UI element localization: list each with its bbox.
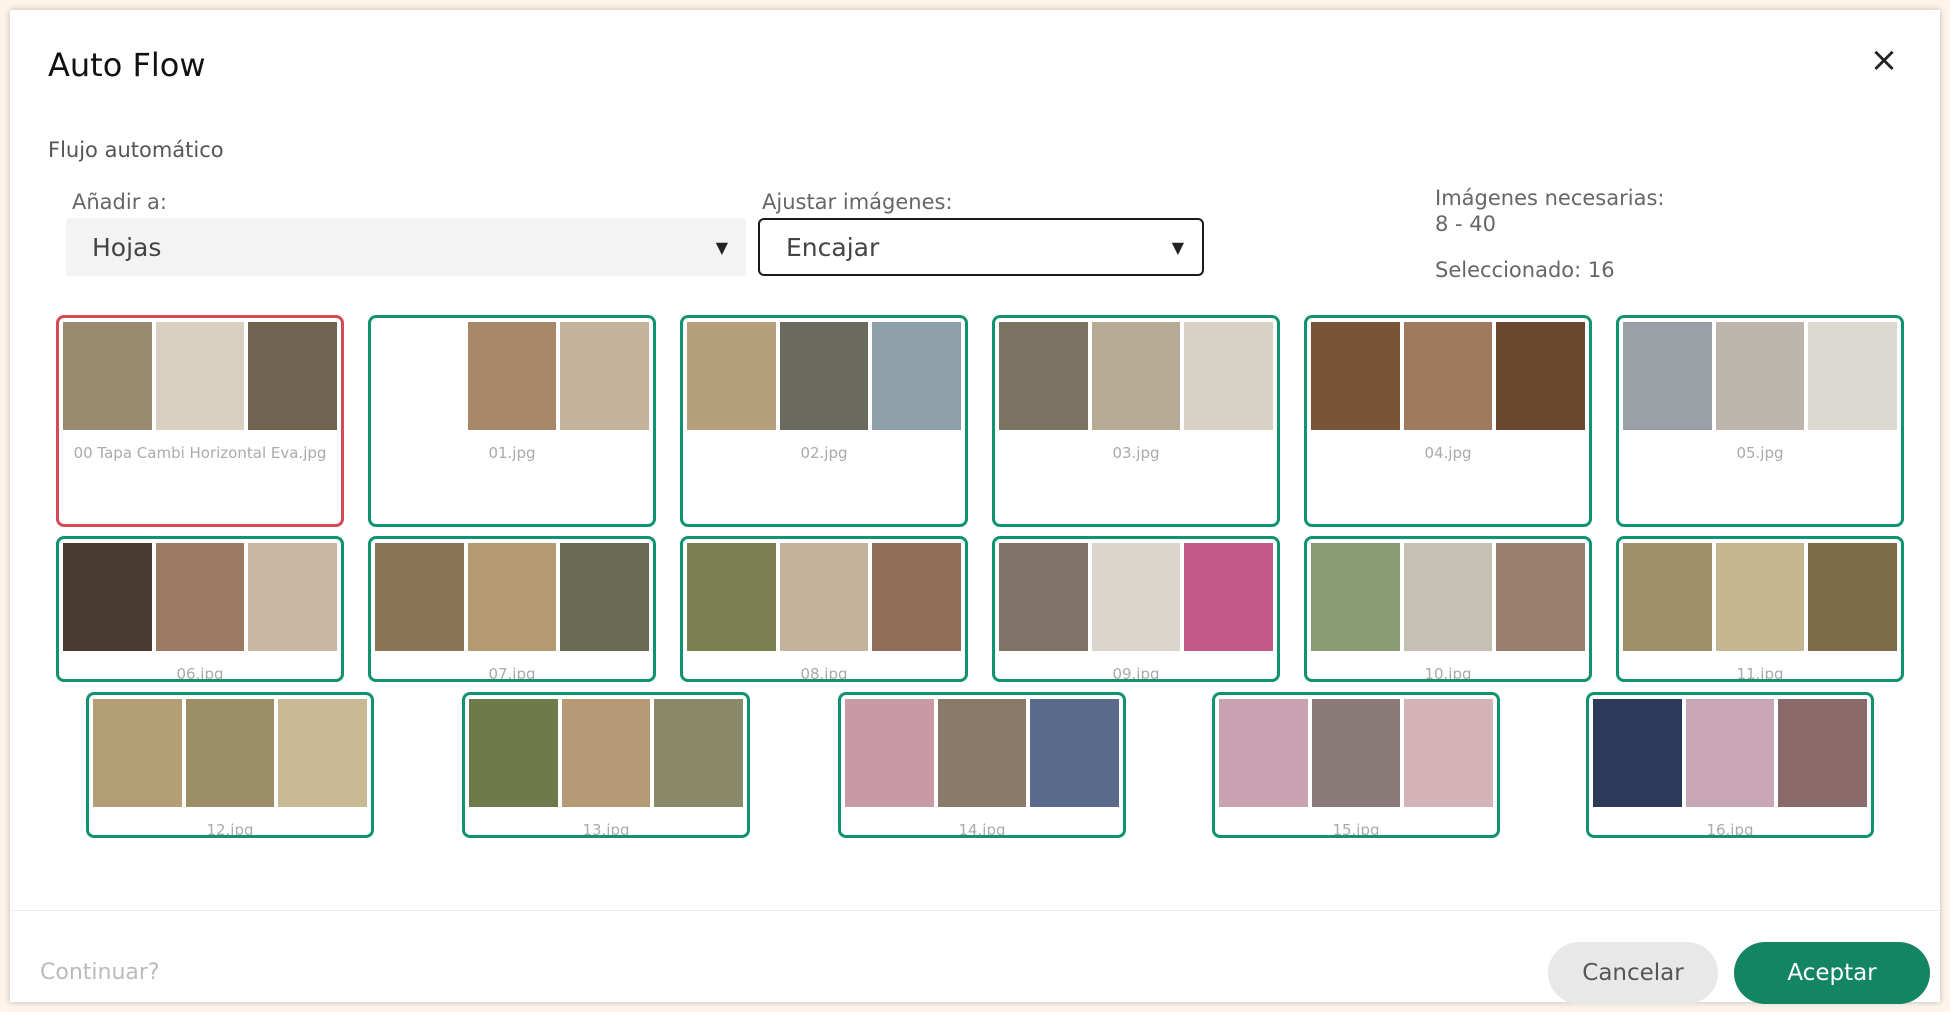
thumbnail-filename: 16.jpg xyxy=(1706,821,1754,838)
selected-count: Seleccionado: 16 xyxy=(1435,258,1615,282)
thumbnail-image xyxy=(845,699,1120,807)
thumbnail-item[interactable]: 04.jpg xyxy=(1304,315,1592,527)
thumbnail-item[interactable]: 05.jpg xyxy=(1616,315,1904,527)
thumbnail-item[interactable]: 10.jpg xyxy=(1304,536,1592,682)
thumbnail-filename: 01.jpg xyxy=(488,444,536,462)
dialog-title: Auto Flow xyxy=(48,46,206,84)
thumbnail-image xyxy=(1311,322,1586,430)
continue-prompt: Continuar? xyxy=(40,960,160,985)
thumbnail-filename: 05.jpg xyxy=(1736,444,1784,462)
section-subtitle: Flujo automático xyxy=(48,138,224,162)
close-icon[interactable]: × xyxy=(1864,40,1904,80)
fit-images-label: Ajustar imágenes: xyxy=(762,190,953,214)
thumbnail-filename: 04.jpg xyxy=(1424,444,1472,462)
add-to-select[interactable]: Hojas ▼ xyxy=(66,218,746,276)
auto-flow-dialog: Auto Flow × Flujo automático Añadir a: H… xyxy=(10,10,1940,1004)
thumbnail-item[interactable]: 14.jpg xyxy=(838,692,1126,838)
thumbnail-item[interactable]: 01.jpg xyxy=(368,315,656,527)
thumbnail-item[interactable]: 13.jpg xyxy=(462,692,750,838)
chevron-down-icon: ▼ xyxy=(1171,237,1184,257)
thumbnail-filename: 13.jpg xyxy=(582,821,630,838)
thumbnail-filename: 02.jpg xyxy=(800,444,848,462)
thumbnail-image xyxy=(999,543,1274,651)
thumbnail-item[interactable]: 12.jpg xyxy=(86,692,374,838)
chevron-down-icon: ▼ xyxy=(715,237,728,257)
thumbnail-image xyxy=(1623,543,1898,651)
thumbnail-filename: 03.jpg xyxy=(1112,444,1160,462)
thumbnail-image xyxy=(1623,322,1898,430)
add-to-value: Hojas xyxy=(92,232,162,262)
thumbnail-image xyxy=(375,543,650,651)
thumbnail-item[interactable]: 15.jpg xyxy=(1212,692,1500,838)
required-images-range: 8 - 40 xyxy=(1435,212,1497,236)
thumbnail-image xyxy=(63,543,338,651)
thumbnail-image xyxy=(1311,543,1586,651)
thumbnail-filename: 14.jpg xyxy=(958,821,1006,838)
thumbnail-image xyxy=(63,322,338,430)
thumbnail-image xyxy=(93,699,368,807)
thumbnail-filename: 08.jpg xyxy=(800,665,848,682)
thumbnail-filename: 00 Tapa Cambi Horizontal Eva.jpg xyxy=(73,444,327,462)
thumbnail-image xyxy=(375,322,650,430)
accept-button[interactable]: Aceptar xyxy=(1734,942,1930,1004)
thumbnail-image xyxy=(687,543,962,651)
thumbnail-item[interactable]: 00 Tapa Cambi Horizontal Eva.jpg xyxy=(56,315,344,527)
thumbnail-image xyxy=(687,322,962,430)
thumbnail-item[interactable]: 09.jpg xyxy=(992,536,1280,682)
thumbnail-image xyxy=(999,322,1274,430)
thumbnail-image xyxy=(469,699,744,807)
thumbnail-item[interactable]: 11.jpg xyxy=(1616,536,1904,682)
cancel-button[interactable]: Cancelar xyxy=(1548,942,1718,1004)
thumbnail-item[interactable]: 02.jpg xyxy=(680,315,968,527)
thumbnail-item[interactable]: 07.jpg xyxy=(368,536,656,682)
footer-divider xyxy=(10,910,1940,911)
fit-images-value: Encajar xyxy=(786,232,880,262)
thumbnail-image xyxy=(1219,699,1494,807)
thumbnail-filename: 15.jpg xyxy=(1332,821,1380,838)
thumbnail-item[interactable]: 08.jpg xyxy=(680,536,968,682)
thumbnail-item[interactable]: 03.jpg xyxy=(992,315,1280,527)
thumbnail-filename: 07.jpg xyxy=(488,665,536,682)
thumbnail-filename: 12.jpg xyxy=(206,821,254,838)
fit-images-select[interactable]: Encajar ▼ xyxy=(758,218,1204,276)
thumbnail-filename: 11.jpg xyxy=(1736,665,1784,682)
thumbnail-item[interactable]: 16.jpg xyxy=(1586,692,1874,838)
thumbnail-filename: 10.jpg xyxy=(1424,665,1472,682)
thumbnail-image xyxy=(1593,699,1868,807)
thumbnail-item[interactable]: 06.jpg xyxy=(56,536,344,682)
required-images-label: Imágenes necesarias: xyxy=(1435,186,1665,210)
thumbnail-filename: 09.jpg xyxy=(1112,665,1160,682)
add-to-label: Añadir a: xyxy=(72,190,167,214)
thumbnail-filename: 06.jpg xyxy=(176,665,224,682)
